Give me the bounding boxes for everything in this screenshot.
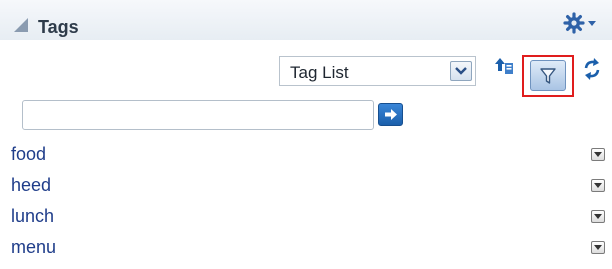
tag-link-food[interactable]: food bbox=[11, 144, 46, 165]
tag-menu-button[interactable] bbox=[591, 241, 605, 254]
tag-search-input[interactable] bbox=[22, 100, 374, 130]
collapse-triangle-icon[interactable] bbox=[14, 18, 28, 32]
chevron-down-icon bbox=[594, 214, 602, 219]
chevron-down-icon bbox=[455, 67, 467, 75]
tag-list: food heed lunch menu bbox=[0, 140, 612, 264]
chevron-down-icon bbox=[594, 152, 602, 157]
tag-menu-button[interactable] bbox=[591, 179, 605, 192]
arrow-right-icon bbox=[384, 109, 397, 120]
tag-link-lunch[interactable]: lunch bbox=[11, 206, 54, 227]
filter-button[interactable] bbox=[522, 55, 574, 97]
upload-tags-icon bbox=[495, 58, 513, 74]
tag-row: lunch bbox=[0, 202, 612, 233]
tag-link-menu[interactable]: menu bbox=[11, 237, 56, 258]
tag-row: heed bbox=[0, 171, 612, 202]
chevron-down-icon bbox=[594, 245, 602, 250]
view-select[interactable]: Tag List bbox=[279, 56, 476, 86]
search-go-button[interactable] bbox=[378, 103, 403, 126]
tag-menu-button[interactable] bbox=[591, 148, 605, 161]
gear-icon bbox=[563, 12, 585, 34]
sync-button[interactable] bbox=[582, 58, 602, 85]
chevron-down-icon bbox=[588, 21, 596, 26]
panel-title: Tags bbox=[38, 17, 79, 37]
view-select-value: Tag List bbox=[290, 63, 349, 82]
panel-header: Tags bbox=[0, 0, 612, 40]
chevron-down-icon bbox=[594, 183, 602, 188]
tag-link-heed[interactable]: heed bbox=[11, 175, 51, 196]
tag-row: menu bbox=[0, 233, 612, 264]
upload-tags-button[interactable] bbox=[494, 57, 514, 84]
view-select-arrow[interactable] bbox=[450, 61, 472, 81]
sync-icon bbox=[584, 58, 600, 80]
settings-button[interactable] bbox=[562, 12, 606, 34]
tag-menu-button[interactable] bbox=[591, 210, 605, 223]
tag-row: food bbox=[0, 140, 612, 171]
filter-button-inner[interactable] bbox=[530, 60, 566, 91]
filter-icon bbox=[540, 68, 556, 84]
